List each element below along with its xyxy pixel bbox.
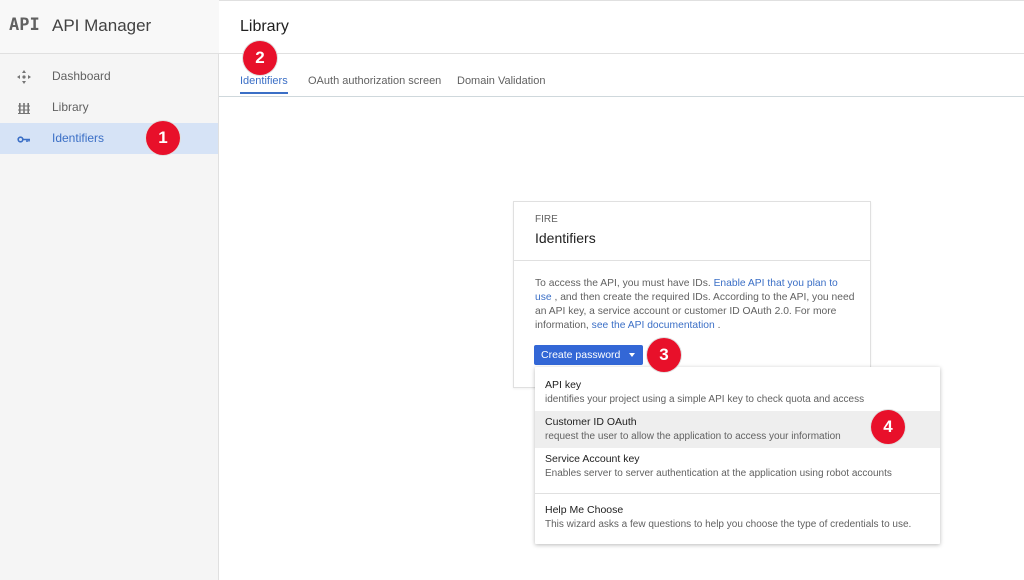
menu-item-title: Service Account key <box>545 453 640 465</box>
menu-item-api-key[interactable]: API key identifies your project using a … <box>535 367 940 411</box>
menu-item-title: API key <box>545 379 582 391</box>
sidebar-item-identifiers[interactable]: Identifiers <box>0 123 218 154</box>
create-password-button[interactable]: Create password <box>534 345 643 365</box>
card-title: Identifiers <box>535 230 596 246</box>
menu-item-description: request the user to allow the applicatio… <box>545 431 841 442</box>
app-title: API Manager <box>52 16 152 35</box>
step-marker-1: 1 <box>146 121 180 155</box>
page-title: Library <box>240 18 289 35</box>
menu-item-help-me-choose[interactable]: Help Me Choose This wizard asks a few qu… <box>535 494 940 544</box>
dashboard-icon <box>16 69 32 85</box>
dropdown-caret-icon <box>629 353 635 357</box>
card-header: FIRE Identifiers <box>514 202 870 261</box>
api-documentation-link[interactable]: see the API documentation <box>592 320 715 331</box>
tab-oauth-authorization-screen[interactable]: OAuth authorization screen <box>308 75 441 87</box>
sidebar-item-library[interactable]: Library <box>0 92 218 123</box>
description-text: . <box>714 320 721 331</box>
description-text: To access the API, you must have IDs. <box>535 278 714 289</box>
sidebar-item-label: Identifiers <box>52 131 105 145</box>
create-password-menu: API key identifies your project using a … <box>535 367 940 544</box>
menu-item-description: Enables server to server authentication … <box>545 468 892 479</box>
tab-domain-validation[interactable]: Domain Validation <box>457 75 545 87</box>
page-header: Library <box>219 0 1024 54</box>
card-eyebrow: FIRE <box>535 214 558 225</box>
menu-item-title: Help Me Choose <box>545 504 624 516</box>
sidebar: API API Manager Dashboard Library Identi… <box>0 0 219 580</box>
step-marker-4: 4 <box>871 410 905 444</box>
menu-item-title: Customer ID OAuth <box>545 416 637 428</box>
tab-identifiers[interactable]: Identifiers <box>240 75 288 87</box>
active-tab-indicator <box>240 92 288 94</box>
step-marker-3: 3 <box>647 338 681 372</box>
key-icon <box>16 131 32 147</box>
step-marker-2: 2 <box>243 41 277 75</box>
sidebar-item-dashboard[interactable]: Dashboard <box>0 61 218 92</box>
sidebar-item-label: Library <box>52 100 89 114</box>
library-icon <box>16 100 32 116</box>
menu-item-service-account-key[interactable]: Service Account key Enables server to se… <box>535 448 940 488</box>
tab-bar: Identifiers OAuth authorization screen D… <box>219 54 1024 97</box>
api-logo: API <box>9 15 40 35</box>
menu-item-description: This wizard asks a few questions to help… <box>545 519 912 530</box>
create-password-label: Create password <box>541 349 621 361</box>
menu-item-description: identifies your project using a simple A… <box>545 394 865 405</box>
sidebar-item-label: Dashboard <box>52 69 111 83</box>
brand-header: API API Manager <box>0 0 219 54</box>
card-description: To access the API, you must have IDs. En… <box>535 277 855 333</box>
